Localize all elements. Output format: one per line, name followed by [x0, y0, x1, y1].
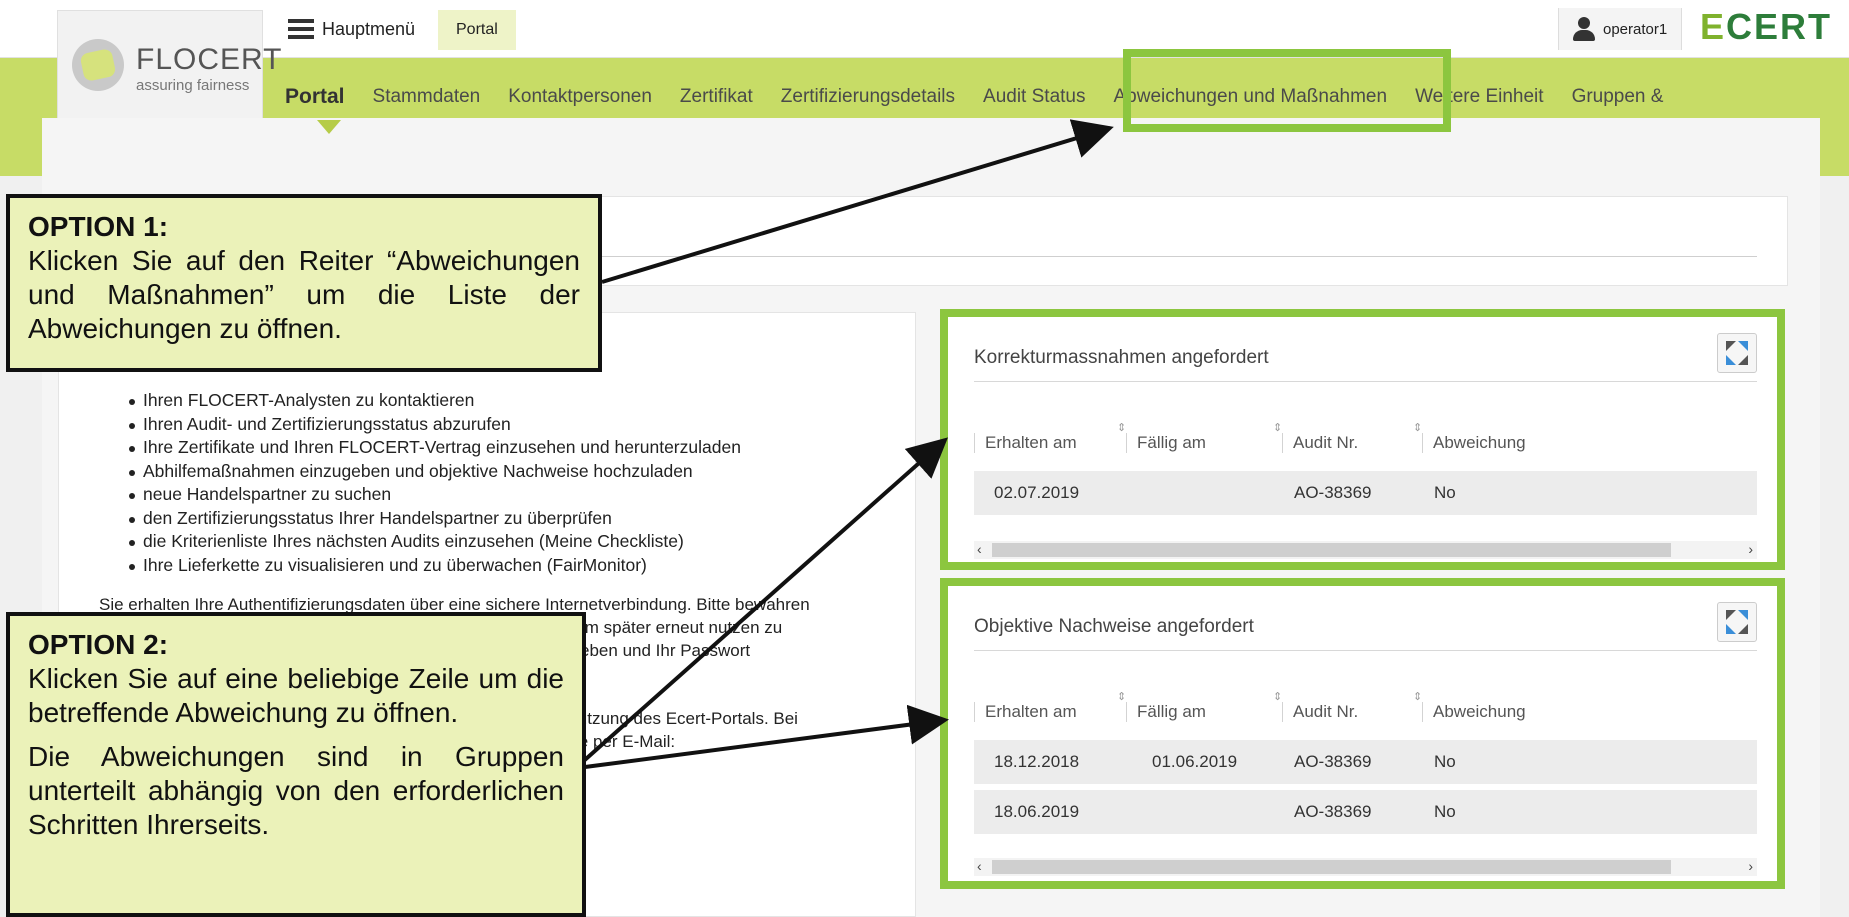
scroll-left-icon[interactable]: ‹ [977, 858, 982, 874]
list-item: Ihre Zertifikate und Ihren FLOCERT-Vertr… [125, 436, 741, 460]
column-label: Audit Nr. [1293, 433, 1359, 452]
list-item: den Zertifizierungsstatus Ihrer Handelsp… [125, 507, 741, 531]
list-item: Ihren FLOCERT-Analysten zu kontaktieren [125, 389, 741, 413]
ecert-logo: ECERT [1700, 6, 1832, 48]
sort-icon: ⇕ [1413, 691, 1423, 703]
cell-audit: AO-38369 [1294, 802, 1372, 821]
callout-title: OPTION 1: [28, 211, 169, 242]
panel-title: Objektive Nachweise angefordert [974, 616, 1254, 637]
scrollbar-thumb[interactable] [992, 860, 1671, 874]
cell-audit: AO-38369 [1294, 752, 1372, 771]
username: operator1 [1603, 20, 1668, 38]
tab-abweichungen-und-massnahmen[interactable]: Abweichungen und Maßnahmen [1113, 86, 1387, 108]
tab-kontaktpersonen[interactable]: Kontaktpersonen [508, 86, 652, 108]
screenshot-canvas: FLOCERT assuring fairness Hauptmenü Port… [0, 0, 1849, 917]
column-label: Erhalten am [985, 702, 1077, 721]
sort-icon: ⇕ [1273, 422, 1283, 434]
info-paragraph-1-line-2: s System später erneut nutzen zu [529, 618, 783, 637]
table-row[interactable]: 18.12.2018 01.06.2019 AO-38369 No [974, 740, 1757, 784]
callout-body: Klicken Sie auf den Reiter “Abweichungen… [28, 245, 580, 344]
user-icon [1573, 17, 1595, 41]
flocert-logo[interactable]: FLOCERT assuring fairness [57, 10, 281, 126]
column-header-deviation[interactable]: ⇕ Abweichung [1413, 422, 1526, 453]
callout-body-1: Klicken Sie auf eine beliebige Zeile um … [28, 663, 564, 728]
logo-tagline: assuring fairness [136, 77, 250, 94]
scroll-right-icon[interactable]: › [1748, 541, 1753, 557]
feature-list: Ihren FLOCERT-Analysten zu kontaktieren … [125, 389, 741, 577]
sort-icon: ⇕ [1273, 691, 1283, 703]
horizontal-scrollbar[interactable]: ‹ › [974, 858, 1757, 876]
table-header: Erhalten am ⇕ Fällig am ⇕ Audit Nr. ⇕ Abwei… [974, 691, 1757, 728]
horizontal-scrollbar[interactable]: ‹ › [974, 541, 1757, 559]
cell-audit: AO-38369 [1294, 483, 1372, 502]
list-item: die Kriterienliste Ihres nächsten Audits… [125, 530, 741, 554]
column-label: Abweichung [1433, 702, 1526, 721]
callout-body-2: Die Abweichungen sind in Gruppen unterte… [28, 741, 564, 840]
column-label: Abweichung [1433, 433, 1526, 452]
table-row[interactable]: 02.07.2019 AO-38369 No [974, 471, 1757, 515]
title-divider [591, 256, 1757, 257]
panel-title: Korrekturmassnahmen angefordert [974, 347, 1269, 368]
table-row[interactable]: 18.06.2019 AO-38369 No [974, 790, 1757, 834]
column-header-received[interactable]: Erhalten am [974, 702, 1077, 722]
user-menu[interactable]: operator1 [1558, 8, 1683, 50]
column-header-audit[interactable]: ⇕ Audit Nr. [1273, 691, 1359, 722]
sort-icon: ⇕ [1117, 691, 1127, 703]
callout-option-1: OPTION 1: Klicken Sie auf den Reiter “Ab… [6, 194, 602, 372]
tab-audit-status[interactable]: Audit Status [983, 86, 1085, 108]
panel-divider [974, 650, 1757, 651]
hamburger-icon [288, 19, 314, 39]
tab-zertifikat[interactable]: Zertifikat [680, 86, 753, 108]
tab-stammdaten[interactable]: Stammdaten [373, 86, 481, 108]
breadcrumb-portal[interactable]: Portal [438, 10, 516, 50]
brand-first-letter: E [1700, 6, 1727, 47]
column-header-audit[interactable]: ⇕ Audit Nr. [1273, 422, 1359, 453]
list-item: Abhilfemaßnahmen einzugeben und objektiv… [125, 460, 741, 484]
table-header: Erhalten am ⇕ Fällig am ⇕ Audit Nr. ⇕ Abwei… [974, 422, 1757, 459]
info-paragraph-1-line-3: iterzugeben und Ihr Passwort [529, 641, 751, 660]
main-menu-label: Hauptmenü [322, 18, 416, 39]
column-label: Fällig am [1137, 702, 1206, 721]
tab-weitere-einheit[interactable]: Weitere Einheit [1415, 86, 1544, 108]
cell-deviation: No [1434, 483, 1456, 502]
column-header-received[interactable]: Erhalten am [974, 433, 1077, 453]
expand-icon[interactable] [1717, 333, 1757, 373]
list-item: Ihren Audit- und Zertifizierungsstatus a… [125, 413, 741, 437]
tab-zertifizierungsdetails[interactable]: Zertifizierungsdetails [781, 86, 955, 108]
panel-divider [974, 381, 1757, 382]
column-header-deviation[interactable]: ⇕ Abweichung [1413, 691, 1526, 722]
cell-deviation: No [1434, 752, 1456, 771]
list-item: neue Handelspartner zu suchen [125, 483, 741, 507]
logo-badge-icon [72, 39, 124, 91]
callout-option-2: OPTION 2: Klicken Sie auf eine beliebige… [6, 612, 586, 917]
scrollbar-thumb[interactable] [992, 543, 1671, 557]
scroll-left-icon[interactable]: ‹ [977, 541, 982, 557]
column-header-due[interactable]: ⇕ Fällig am [1117, 691, 1206, 722]
tab-gruppen[interactable]: Gruppen & [1572, 86, 1664, 108]
expand-icon[interactable] [1717, 602, 1757, 642]
sort-icon: ⇕ [1413, 422, 1423, 434]
callout-title: OPTION 2: [28, 629, 169, 660]
column-label: Fällig am [1137, 433, 1206, 452]
active-tab-caret [317, 120, 341, 134]
cell-received: 18.06.2019 [994, 802, 1080, 821]
cell-received: 18.12.2018 [994, 752, 1080, 771]
logo-name: FLOCERT [136, 43, 283, 76]
column-header-due[interactable]: ⇕ Fällig am [1117, 422, 1206, 453]
scroll-right-icon[interactable]: › [1748, 858, 1753, 874]
column-label: Erhalten am [985, 433, 1077, 452]
column-label: Audit Nr. [1293, 702, 1359, 721]
objective-evidence-panel: Objektive Nachweise angefordert Erhalten… [940, 578, 1785, 889]
brand-rest: CERT [1726, 6, 1833, 47]
main-nav-tabs: Portal Stammdaten Kontaktpersonen Zertif… [285, 82, 1691, 112]
list-item: Ihre Lieferkette zu visualisieren und zu… [125, 554, 741, 578]
main-menu-button[interactable]: Hauptmenü [288, 12, 415, 46]
tab-portal[interactable]: Portal [285, 85, 345, 109]
corrective-actions-panel: Korrekturmassnahmen angefordert Erhalten… [940, 309, 1785, 570]
sort-icon: ⇕ [1117, 422, 1127, 434]
cell-due: 01.06.2019 [1152, 752, 1238, 771]
cell-received: 02.07.2019 [994, 483, 1080, 502]
cell-deviation: No [1434, 802, 1456, 821]
